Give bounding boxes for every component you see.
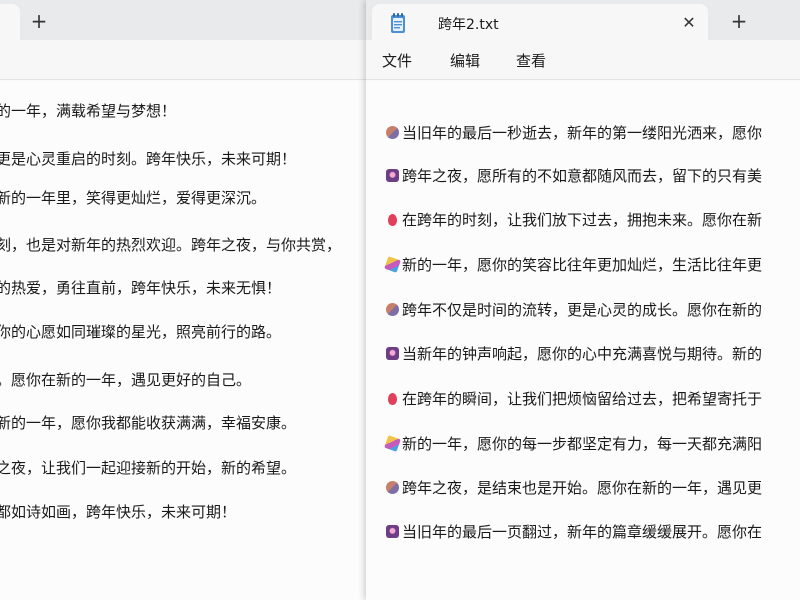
- line-text: 新的一年，愿你的笑容比往年更加灿烂，生活比往年更: [402, 256, 763, 274]
- tab-active-partial[interactable]: [0, 4, 20, 40]
- fireworks-icon: [386, 169, 399, 182]
- notepad-icon: [391, 13, 405, 33]
- close-tab-icon[interactable]: ✕: [676, 10, 702, 36]
- text-line: 新的一年里，笑得更灿烂，爱得更深沉。: [0, 189, 267, 207]
- line-text: 跨年之夜，是结束也是开始。愿你在新的一年，遇见更: [402, 479, 763, 497]
- tab-bar: +: [0, 0, 366, 40]
- line-text: 当新年的钟声响起，愿你的心中充满喜悦与期待。新的: [402, 345, 763, 363]
- fireworks-icon: [386, 525, 399, 538]
- new-tab-button[interactable]: +: [725, 7, 753, 35]
- text-line: 跨年之夜，是结束也是开始。愿你在新的一年，遇见更: [386, 477, 762, 498]
- line-text: 新的一年，愿你的每一步都坚定有力，每一天都充满阳: [402, 435, 763, 453]
- text-editor[interactable]: 的一年，满载希望与梦想！ 更是心灵重启的时刻。跨年快乐，未来可期！ 新的一年里，…: [0, 81, 366, 600]
- line-text: 在跨年的时刻，让我们放下过去，拥抱未来。愿你在新: [402, 211, 763, 229]
- new-tab-button[interactable]: +: [25, 7, 53, 35]
- notepad-window-right: 跨年2.txt ✕ + 文件 编辑 查看 当旧年的最后一秒逝去，新年的第一缕阳光…: [366, 0, 800, 600]
- text-line: 在跨年的时刻，让我们放下过去，拥抱未来。愿你在新: [386, 209, 762, 230]
- text-line: 都如诗如画，跨年快乐，未来可期！: [0, 503, 237, 521]
- text-line: 刻，也是对新年的热烈欢迎。跨年之夜，与你共赏，: [0, 236, 342, 254]
- text-line: 跨年之夜，愿所有的不如意都随风而去，留下的只有美: [386, 165, 762, 186]
- text-line: 新的一年，愿你的笑容比往年更加灿烂，生活比往年更: [384, 254, 763, 275]
- people-icon: [386, 303, 399, 316]
- notepad-window-left: + 的一年，满载希望与梦想！ 更是心灵重启的时刻。跨年快乐，未来可期！ 新的一年…: [0, 0, 366, 600]
- text-line: 跨年不仅是时间的流转，更是心灵的成长。愿你在新的: [386, 299, 762, 320]
- menu-file[interactable]: 文件: [382, 50, 412, 71]
- text-line: 的一年，满载希望与梦想！: [0, 102, 177, 120]
- tab-active[interactable]: 跨年2.txt ✕: [372, 4, 708, 40]
- line-text: 跨年不仅是时间的流转，更是心灵的成长。愿你在新的: [402, 301, 763, 319]
- balloon-icon: [388, 214, 397, 226]
- text-line: 。愿你在新的一年，遇见更好的自己。: [0, 371, 252, 389]
- text-line: 当旧年的最后一页翻过，新年的篇章缓缓展开。愿你在: [386, 521, 762, 542]
- text-editor[interactable]: 当旧年的最后一秒逝去，新年的第一缕阳光洒来，愿你 跨年之夜，愿所有的不如意都随风…: [366, 81, 800, 600]
- text-line: 新的一年，愿你我都能收获满满，幸福安康。: [0, 414, 297, 432]
- menu-bar: 文件 编辑 查看: [366, 40, 800, 80]
- menu-bar: [0, 40, 366, 80]
- line-text: 当旧年的最后一页翻过，新年的篇章缓缓展开。愿你在: [402, 523, 763, 541]
- text-line: 的热爱，勇往直前，跨年快乐，未来无惧！: [0, 279, 282, 297]
- text-line: 当旧年的最后一秒逝去，新年的第一缕阳光洒来，愿你: [386, 122, 762, 143]
- people-icon: [386, 481, 399, 494]
- party-popper-icon: [384, 256, 401, 273]
- menu-edit[interactable]: 编辑: [450, 50, 480, 71]
- text-line: 新的一年，愿你的每一步都坚定有力，每一天都充满阳: [384, 433, 763, 454]
- text-line: 更是心灵重启的时刻。跨年快乐，未来可期！: [0, 150, 297, 168]
- tab-bar: 跨年2.txt ✕ +: [366, 0, 800, 40]
- text-line: 当新年的钟声响起，愿你的心中充满喜悦与期待。新的: [386, 343, 762, 364]
- menu-view[interactable]: 查看: [516, 50, 546, 71]
- line-text: 在跨年的瞬间，让我们把烦恼留给过去，把希望寄托于: [402, 390, 763, 408]
- text-line: 你的心愿如同璀璨的星光，照亮前行的路。: [0, 323, 282, 341]
- text-line: 之夜，让我们一起迎接新的开始，新的希望。: [0, 459, 297, 477]
- people-icon: [386, 126, 399, 139]
- text-line: 在跨年的瞬间，让我们把烦恼留给过去，把希望寄托于: [386, 388, 762, 409]
- tab-title: 跨年2.txt: [438, 17, 499, 33]
- fireworks-icon: [386, 347, 399, 360]
- balloon-icon: [388, 393, 397, 405]
- party-popper-icon: [384, 435, 401, 452]
- line-text: 当旧年的最后一秒逝去，新年的第一缕阳光洒来，愿你: [402, 124, 763, 142]
- line-text: 跨年之夜，愿所有的不如意都随风而去，留下的只有美: [402, 167, 763, 185]
